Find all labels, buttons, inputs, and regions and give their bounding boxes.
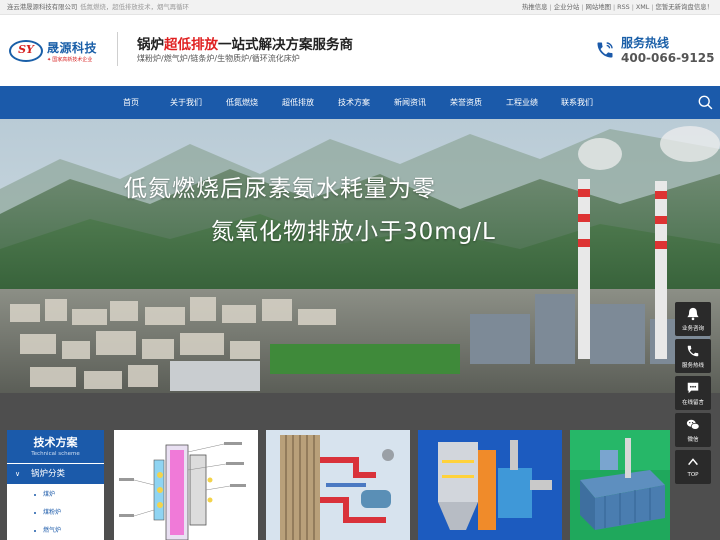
nav-item-projects[interactable]: 工程业绩 [506,86,538,119]
nav-item-low-nox[interactable]: 低氮燃烧 [226,86,258,119]
top-link-hot[interactable]: 热推信息 [522,3,548,11]
hotline-label: 服务热线 [621,36,670,50]
separator: | [651,3,654,11]
hero-banner[interactable]: 低氮燃烧后尿素氨水耗量为零 氮氧化物排放小于30mg/L [0,119,720,393]
header-divider [117,32,118,66]
logo-name: 晟源科技 [47,41,98,55]
search-icon[interactable] [697,94,714,111]
nav-item-ultra-low[interactable]: 超低排放 [282,86,314,119]
floating-contact-bar: 业务咨询 服务热线 在线留言 微信 TOP [675,302,711,486]
site-header: SY 晟源科技 ✦国家高新技术企业 锅炉超低排放一站式解决方案服务商 煤粉炉/燃… [0,15,720,86]
hotline[interactable]: 服务热线 400-066-9125 [595,34,714,70]
top-link-rss[interactable]: RSS [617,3,630,11]
solutions-sidebar: 技术方案 Technical scheme ∨ 锅炉分类 煤炉 煤粉炉 燃气炉 [7,430,104,540]
banner-subheadline: 氮氧化物排放小于30mg/L [211,219,496,245]
top-link-branch[interactable]: 企业分站 [554,3,580,11]
logo-mark-icon: SY [9,40,43,62]
sidebar-title-en: Technical scheme [31,451,80,457]
site-logo[interactable]: SY 晟源科技 ✦国家高新技术企业 [9,38,109,68]
chevron-down-icon: ∨ [15,470,21,478]
nav-item-news[interactable]: 新闻资讯 [394,86,426,119]
solution-thumbnail[interactable] [418,430,562,540]
header-subtitle: 煤粉炉/燃气炉/链条炉/生物质炉/循环流化床炉 [137,54,300,63]
banner-image [0,119,720,393]
solution-thumbnail[interactable] [266,430,410,540]
header-title: 锅炉超低排放一站式解决方案服务商 [137,37,353,53]
sidebar-header: 技术方案 Technical scheme [7,430,104,463]
sidebar-item-coal[interactable]: 煤炉 [7,488,104,502]
bullet-icon [34,512,36,514]
hotline-number[interactable]: 400-066-9125 [621,51,714,65]
solutions-section: 技术方案 Technical scheme ∨ 锅炉分类 煤炉 煤粉炉 燃气炉 [0,393,720,540]
phone-icon [687,345,699,357]
consult-icon [687,307,699,321]
denitration-tower-image [418,430,562,540]
sidebar-item-gas[interactable]: 燃气炉 [7,524,104,538]
top-bar: 连云港晟源科技有限公司 低氮燃烧，超低排放技术，烟气再循环 热推信息 | 企业分站 | 网… [0,0,720,15]
bullet-icon [34,530,36,532]
float-consult-button[interactable]: 业务咨询 [675,302,711,336]
top-links: 热推信息 | 企业分站 | 网站地图 | RSS | XML | 您暂无新询盘信息！ [522,0,713,15]
back-to-top-button[interactable]: TOP [675,450,711,484]
bullet-icon [34,494,36,496]
heat-exchanger-image [266,430,410,540]
top-link-xml[interactable]: XML [636,3,649,11]
float-wechat-button[interactable]: 微信 [675,413,711,447]
separator: | [581,3,584,11]
nav-item-about[interactable]: 关于我们 [170,86,202,119]
star-icon: ✦ [47,57,52,63]
sidebar-title: 技术方案 [33,436,78,449]
top-link-sitemap[interactable]: 网站地图 [585,3,611,11]
nav-item-solutions[interactable]: 技术方案 [338,86,370,119]
float-hotline-button[interactable]: 服务热线 [675,339,711,373]
banner-headline: 低氮燃烧后尿素氨水耗量为零 [124,176,436,202]
title-highlight: 超低排放 [164,37,218,53]
wechat-icon [686,419,700,430]
category-label: 锅炉分类 [31,469,66,479]
phone-icon [597,42,613,58]
top-bar-left: 连云港晟源科技有限公司 低氮燃烧，超低排放技术，烟气再循环 [7,0,189,15]
main-nav: 首页 关于我们 低氮燃烧 超低排放 技术方案 新闻资讯 荣誉资质 工程业绩 联系… [0,86,720,119]
separator: | [631,3,634,11]
nav-item-contact[interactable]: 联系我们 [561,86,593,119]
company-name: 连云港晟源科技有限公司 [7,3,78,11]
arrow-up-icon [688,458,698,466]
top-slogan: 低氮燃烧，超低排放技术，烟气再循环 [80,3,189,11]
float-message-button[interactable]: 在线留言 [675,376,711,410]
sidebar-item-pulverized[interactable]: 煤粉炉 [7,506,104,520]
logo-subtitle: ✦国家高新技术企业 [47,57,93,63]
message-icon [687,382,699,394]
separator: | [613,3,616,11]
solution-thumbnail[interactable] [570,430,670,540]
nav-item-home[interactable]: 首页 [123,86,139,119]
nav-item-honors[interactable]: 荣誉资质 [450,86,482,119]
separator: | [549,3,552,11]
sidebar-category[interactable]: ∨ 锅炉分类 [7,464,104,484]
boiler-3d-image [570,430,670,540]
boiler-schematic-image [114,430,258,540]
solution-thumbnail[interactable] [114,430,258,540]
top-link-inquiry[interactable]: 您暂无新询盘信息！ [655,3,713,11]
